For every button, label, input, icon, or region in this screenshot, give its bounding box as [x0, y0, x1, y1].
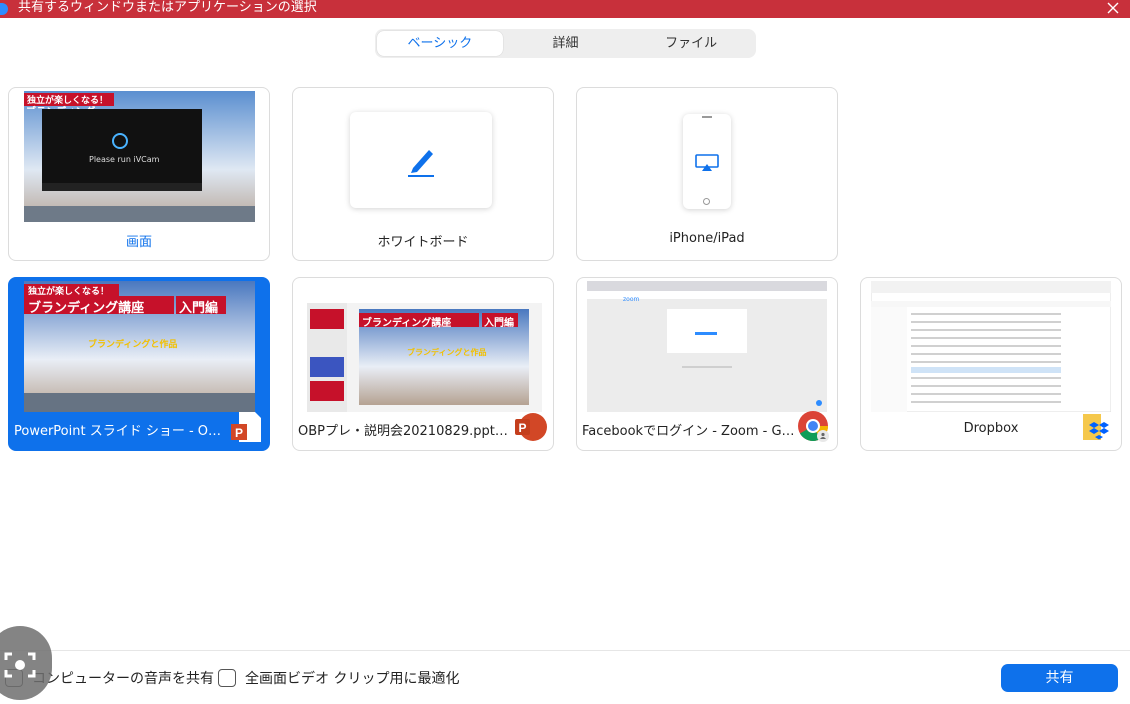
window-title: 共有するウィンドウまたはアプリケーションの選択: [18, 0, 317, 15]
close-icon[interactable]: [1104, 0, 1122, 17]
thumb-caption: ブランディング講座: [28, 301, 145, 316]
thumb-caption: 独立が楽しくなる！: [28, 287, 110, 297]
airplay-icon: [695, 154, 719, 176]
thumb-caption: ブランディングと作品: [407, 348, 487, 357]
screen-thumbnail: 独立が楽しくなる！ ブランディング Please run iVCam: [24, 91, 255, 222]
thumb-caption: 入門編: [179, 301, 219, 316]
chrome-thumbnail: zoom: [587, 281, 827, 412]
title-bar: 共有するウィンドウまたはアプリケーションの選択: [0, 0, 1130, 18]
whiteboard-preview: [350, 112, 492, 208]
explorer-thumbnail: [871, 281, 1111, 412]
svg-text:P: P: [235, 426, 243, 440]
share-card-powerpoint-slideshow[interactable]: 独立が楽しくなる！ ブランディング講座 入門編 ブランディングと作品 Power…: [8, 277, 270, 451]
tab-bar: ベーシック 詳細 ファイル: [375, 29, 756, 58]
share-audio-label: コンピューターの音声を共有: [32, 671, 214, 687]
tab-advanced[interactable]: 詳細: [503, 31, 629, 56]
phone-preview: [683, 114, 731, 209]
optimize-video-checkbox[interactable]: [218, 669, 236, 687]
card-label: Facebookでログイン - Zoom - Goo...: [582, 424, 797, 439]
card-label: 画面: [125, 235, 152, 250]
tab-basic[interactable]: ベーシック: [377, 31, 503, 56]
share-card-whiteboard[interactable]: ホワイトボード: [292, 87, 554, 261]
share-card-pptx-editor[interactable]: ブランディング講座 入門編 ブランディングと作品 OBPプレ・説明会202108…: [292, 277, 554, 451]
thumb-caption: zoom: [623, 296, 640, 303]
share-button[interactable]: 共有: [1001, 664, 1118, 692]
powerpoint-icon: P: [229, 410, 263, 444]
share-card-dropbox[interactable]: Dropbox: [860, 277, 1122, 451]
zoom-app-icon: [0, 3, 8, 15]
card-label: PowerPoint スライド ショー - OBP...: [14, 424, 229, 439]
card-label: iPhone/iPad: [669, 231, 745, 246]
thumb-caption: Please run iVCam: [89, 155, 160, 164]
optimize-video-option[interactable]: 全画面ビデオ クリップ用に最適化: [218, 668, 459, 688]
thumb-caption: 入門編: [484, 318, 514, 329]
svg-text:P: P: [518, 421, 526, 435]
share-card-screen[interactable]: 独立が楽しくなる！ ブランディング Please run iVCam 画面: [8, 87, 270, 261]
slideshow-thumbnail: 独立が楽しくなる！ ブランディング講座 入門編 ブランディングと作品: [24, 281, 255, 412]
share-card-iphone-ipad[interactable]: iPhone/iPad: [576, 87, 838, 261]
tab-files[interactable]: ファイル: [628, 31, 754, 56]
footer-divider: [0, 650, 1130, 651]
share-card-chrome[interactable]: zoom Facebookでログイン - Zoom - Goo...: [576, 277, 838, 451]
thumb-caption: ブランディング講座: [362, 318, 452, 329]
pencil-icon: [405, 142, 437, 182]
lens-icon[interactable]: [0, 626, 52, 700]
pptx-editor-thumbnail: ブランディング講座 入門編 ブランディングと作品: [307, 281, 542, 412]
powerpoint-icon: P: [513, 410, 547, 444]
dropbox-icon: [1081, 410, 1115, 444]
chrome-icon: [797, 410, 831, 444]
optimize-video-label: 全画面ビデオ クリップ用に最適化: [245, 671, 460, 687]
card-label: OBPプレ・説明会20210829.pptx - ...: [298, 424, 513, 439]
thumb-caption: ブランディングと作品: [88, 340, 178, 350]
card-label: ホワイトボード: [377, 235, 469, 250]
